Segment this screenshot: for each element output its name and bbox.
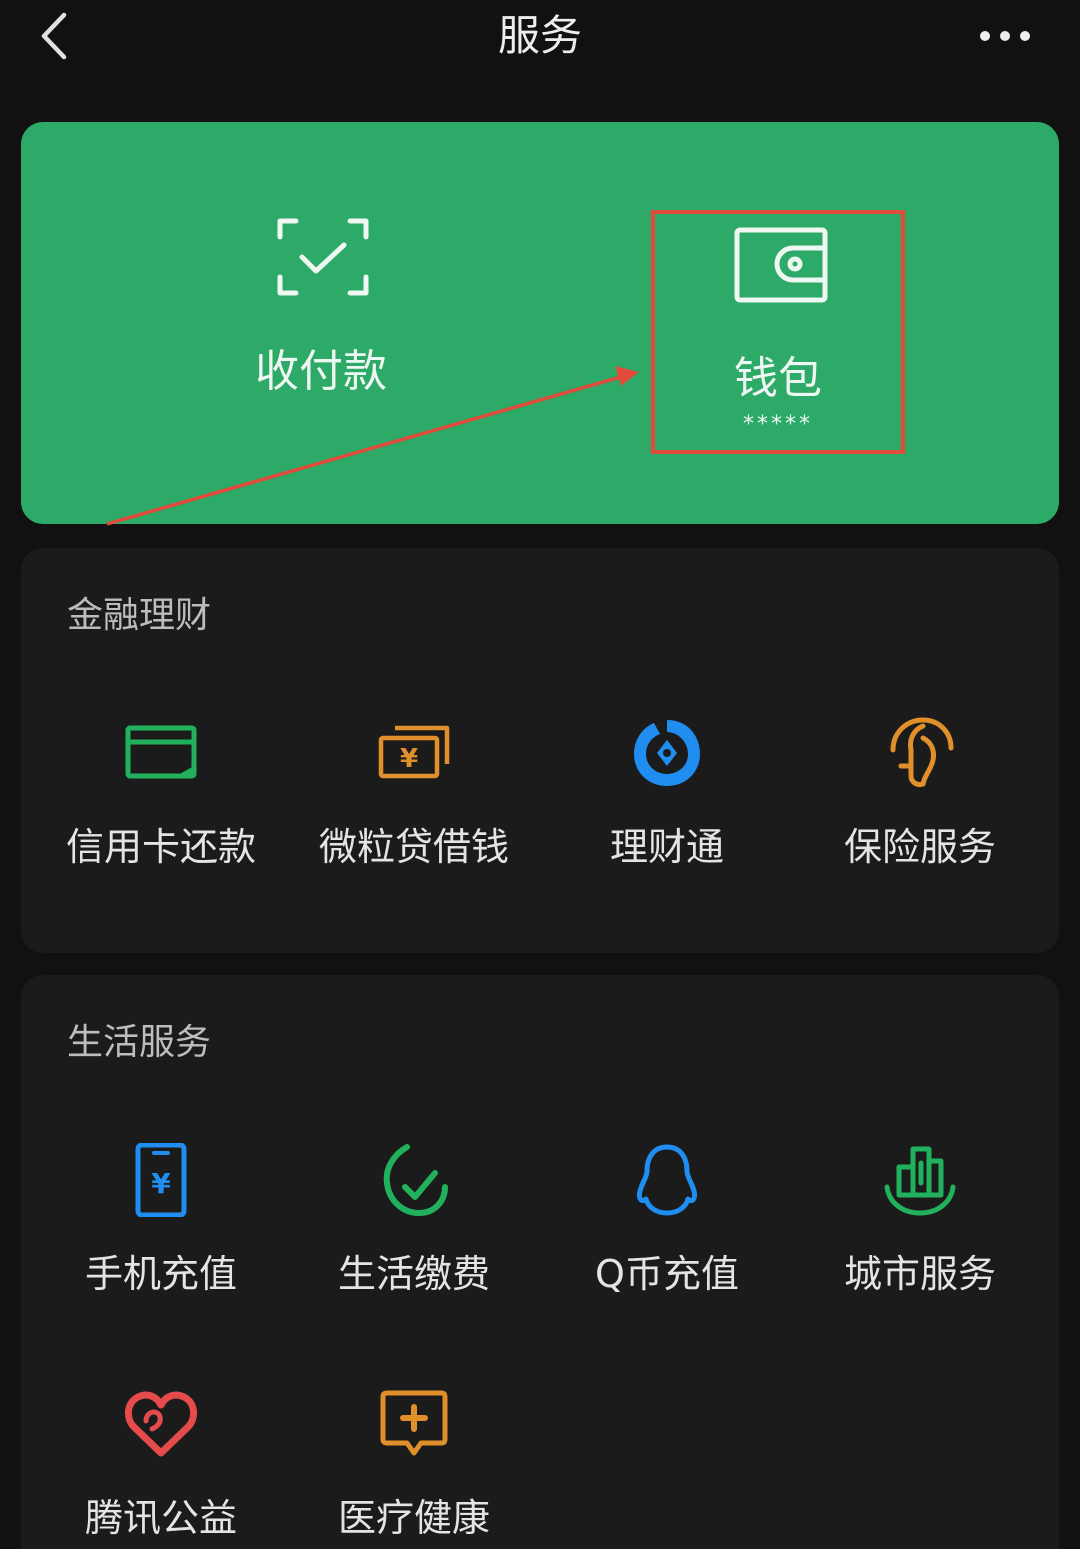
weilidai-loan-button[interactable]: ¥ 微粒贷借钱 — [282, 716, 542, 886]
qq-penguin-icon — [637, 1144, 697, 1216]
wallet-balance-masked: ***** — [743, 412, 813, 437]
receive-pay-button[interactable]: 收付款 — [201, 217, 441, 427]
section-title-life: 生活服务 — [67, 1022, 212, 1063]
qr-scan-check-icon — [277, 218, 369, 296]
svg-text:¥: ¥ — [400, 744, 418, 774]
more-button[interactable] — [970, 12, 1040, 60]
city-services-button[interactable]: 城市服务 — [788, 1143, 1048, 1313]
wallet-icon — [734, 227, 828, 303]
medical-health-button[interactable]: 医疗健康 — [282, 1387, 542, 1549]
section-finance: 金融理财 信用卡还款 ¥ 微粒贷借钱 理财通 保险服务 — [21, 548, 1059, 953]
medical-chat-icon — [380, 1390, 448, 1456]
utility-bill-icon — [383, 1144, 448, 1216]
insurance-button[interactable]: 保险服务 — [788, 716, 1048, 886]
insurance-label: 保险服务 — [843, 825, 996, 869]
wallet-button[interactable]: 钱包 ***** — [651, 210, 905, 454]
credit-card-icon — [125, 725, 197, 779]
city-building-icon — [884, 1146, 956, 1216]
credit-card-repay-button[interactable]: 信用卡还款 — [29, 716, 289, 886]
utility-bill-button[interactable]: 生活缴费 — [282, 1143, 542, 1313]
banknote-icon: ¥ — [378, 725, 450, 779]
medical-health-label: 医疗健康 — [337, 1496, 490, 1540]
services-page: 服务 收付款 钱包 ***** 金融理财 信用卡还款 ¥ 微粒贷借钱 理财通 保… — [0, 0, 1080, 1549]
receive-pay-label: 收付款 — [255, 346, 387, 397]
q-coin-topup-label: Q币充值 — [595, 1252, 739, 1296]
q-coin-topup-button[interactable]: Q币充值 — [535, 1143, 795, 1313]
weilidai-loan-label: 微粒贷借钱 — [318, 825, 509, 869]
charity-heart-icon — [125, 1391, 197, 1457]
licaitong-label: 理财通 — [609, 825, 724, 869]
section-life: 生活服务 ¥ 手机充值 生活缴费 Q币充值 城市服务 腾讯公益 医疗健康 — [21, 975, 1059, 1549]
insurance-umbrella-icon — [890, 717, 954, 787]
page-title: 服务 — [497, 11, 582, 60]
payment-card: 收付款 钱包 ***** — [21, 122, 1059, 526]
licaitong-icon — [634, 720, 700, 786]
phone-topup-label: 手机充值 — [84, 1252, 237, 1296]
phone-topup-button[interactable]: ¥ 手机充值 — [29, 1143, 289, 1313]
header-bar: 服务 — [0, 0, 1080, 80]
credit-card-repay-label: 信用卡还款 — [65, 825, 256, 869]
svg-text:¥: ¥ — [151, 1167, 171, 1200]
section-title-finance: 金融理财 — [67, 595, 212, 636]
wallet-label: 钱包 — [734, 353, 822, 404]
phone-topup-icon: ¥ — [135, 1143, 187, 1217]
licaitong-button[interactable]: 理财通 — [535, 716, 795, 886]
more-dots-icon — [980, 31, 1030, 41]
tencent-charity-button[interactable]: 腾讯公益 — [29, 1387, 289, 1549]
tencent-charity-label: 腾讯公益 — [84, 1496, 237, 1540]
utility-bill-label: 生活缴费 — [337, 1252, 490, 1296]
city-services-label: 城市服务 — [843, 1252, 996, 1296]
